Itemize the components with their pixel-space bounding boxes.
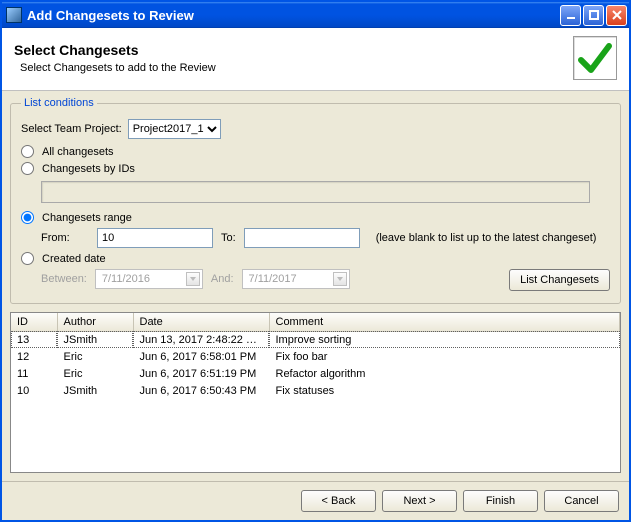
between-datepicker: 7/11/2016 [95, 269, 203, 289]
footer: < Back Next > Finish Cancel [2, 481, 629, 520]
cell-id: 12 [11, 348, 57, 365]
project-label: Select Team Project: [21, 123, 122, 135]
radio-all-label: All changesets [42, 146, 114, 158]
chevron-down-icon [186, 272, 200, 286]
cell-id: 11 [11, 365, 57, 382]
table-row[interactable]: 13 JSmith Jun 13, 2017 2:48:22 … Improve… [11, 331, 620, 348]
titlebar[interactable]: Add Changesets to Review [2, 2, 629, 28]
radio-by-ids[interactable]: Changesets by IDs [21, 162, 135, 175]
cell-comment: Fix foo bar [269, 348, 620, 365]
close-icon [611, 9, 623, 21]
project-select[interactable]: Project2017_1 [128, 119, 221, 139]
cell-comment: Improve sorting [269, 331, 620, 348]
table-row[interactable]: 12 Eric Jun 6, 2017 6:58:01 PM Fix foo b… [11, 348, 620, 365]
col-date-header[interactable]: Date [133, 313, 269, 331]
conditions-legend: List conditions [21, 97, 97, 109]
radio-created-input[interactable] [21, 252, 34, 265]
cell-date: Jun 6, 2017 6:50:43 PM [133, 382, 269, 399]
checkmark-icon [573, 36, 617, 80]
cell-id: 10 [11, 382, 57, 399]
range-hint: (leave blank to list up to the latest ch… [376, 232, 597, 244]
radio-range[interactable]: Changesets range [21, 211, 132, 224]
range-to-input[interactable] [244, 228, 360, 248]
window-title: Add Changesets to Review [27, 8, 194, 23]
finish-button[interactable]: Finish [463, 490, 538, 512]
page-subtitle: Select Changesets to add to the Review [14, 62, 573, 74]
radio-ids-input[interactable] [21, 162, 34, 175]
cell-comment: Fix statuses [269, 382, 620, 399]
col-id-header[interactable]: ID [11, 313, 57, 331]
minimize-icon [565, 9, 577, 21]
col-comment-header[interactable]: Comment [269, 313, 620, 331]
cell-id: 13 [11, 331, 57, 348]
range-to-label: To: [221, 232, 236, 244]
table-row[interactable]: 10 JSmith Jun 6, 2017 6:50:43 PM Fix sta… [11, 382, 620, 399]
changesets-table-wrap[interactable]: ID Author Date Comment 13 JSmith Jun 13,… [10, 312, 621, 473]
radio-range-input[interactable] [21, 211, 34, 224]
maximize-button[interactable] [583, 5, 604, 26]
col-author-header[interactable]: Author [57, 313, 133, 331]
range-from-input[interactable] [97, 228, 213, 248]
next-button[interactable]: Next > [382, 490, 457, 512]
changesets-table: ID Author Date Comment 13 JSmith Jun 13,… [11, 313, 620, 399]
cell-author: Eric [57, 348, 133, 365]
conditions-group: List conditions Select Team Project: Pro… [10, 97, 621, 304]
back-button[interactable]: < Back [301, 490, 376, 512]
range-from-label: From: [41, 232, 89, 244]
radio-all-input[interactable] [21, 145, 34, 158]
maximize-icon [588, 9, 600, 21]
page-title: Select Changesets [14, 42, 573, 58]
between-label: Between: [41, 273, 87, 285]
cell-date: Jun 13, 2017 2:48:22 … [133, 331, 269, 348]
banner: Select Changesets Select Changesets to a… [2, 28, 629, 91]
and-datepicker: 7/11/2017 [242, 269, 350, 289]
cell-author: JSmith [57, 331, 133, 348]
radio-range-label: Changesets range [42, 212, 132, 224]
list-changesets-button[interactable]: List Changesets [509, 269, 610, 291]
ids-input [41, 181, 590, 203]
app-icon [6, 7, 22, 23]
radio-created-date[interactable]: Created date [21, 252, 106, 265]
cell-date: Jun 6, 2017 6:58:01 PM [133, 348, 269, 365]
radio-all-changesets[interactable]: All changesets [21, 145, 114, 158]
cell-date: Jun 6, 2017 6:51:19 PM [133, 365, 269, 382]
cell-comment: Refactor algorithm [269, 365, 620, 382]
radio-ids-label: Changesets by IDs [42, 163, 135, 175]
and-label: And: [211, 273, 234, 285]
close-button[interactable] [606, 5, 627, 26]
cell-author: Eric [57, 365, 133, 382]
chevron-down-icon [333, 272, 347, 286]
minimize-button[interactable] [560, 5, 581, 26]
between-value: 7/11/2016 [102, 273, 150, 285]
and-value: 7/11/2017 [249, 273, 297, 285]
radio-created-label: Created date [42, 253, 106, 265]
table-row[interactable]: 11 Eric Jun 6, 2017 6:51:19 PM Refactor … [11, 365, 620, 382]
cancel-button[interactable]: Cancel [544, 490, 619, 512]
cell-author: JSmith [57, 382, 133, 399]
dialog-window: Add Changesets to Review Select Changese… [0, 0, 631, 522]
